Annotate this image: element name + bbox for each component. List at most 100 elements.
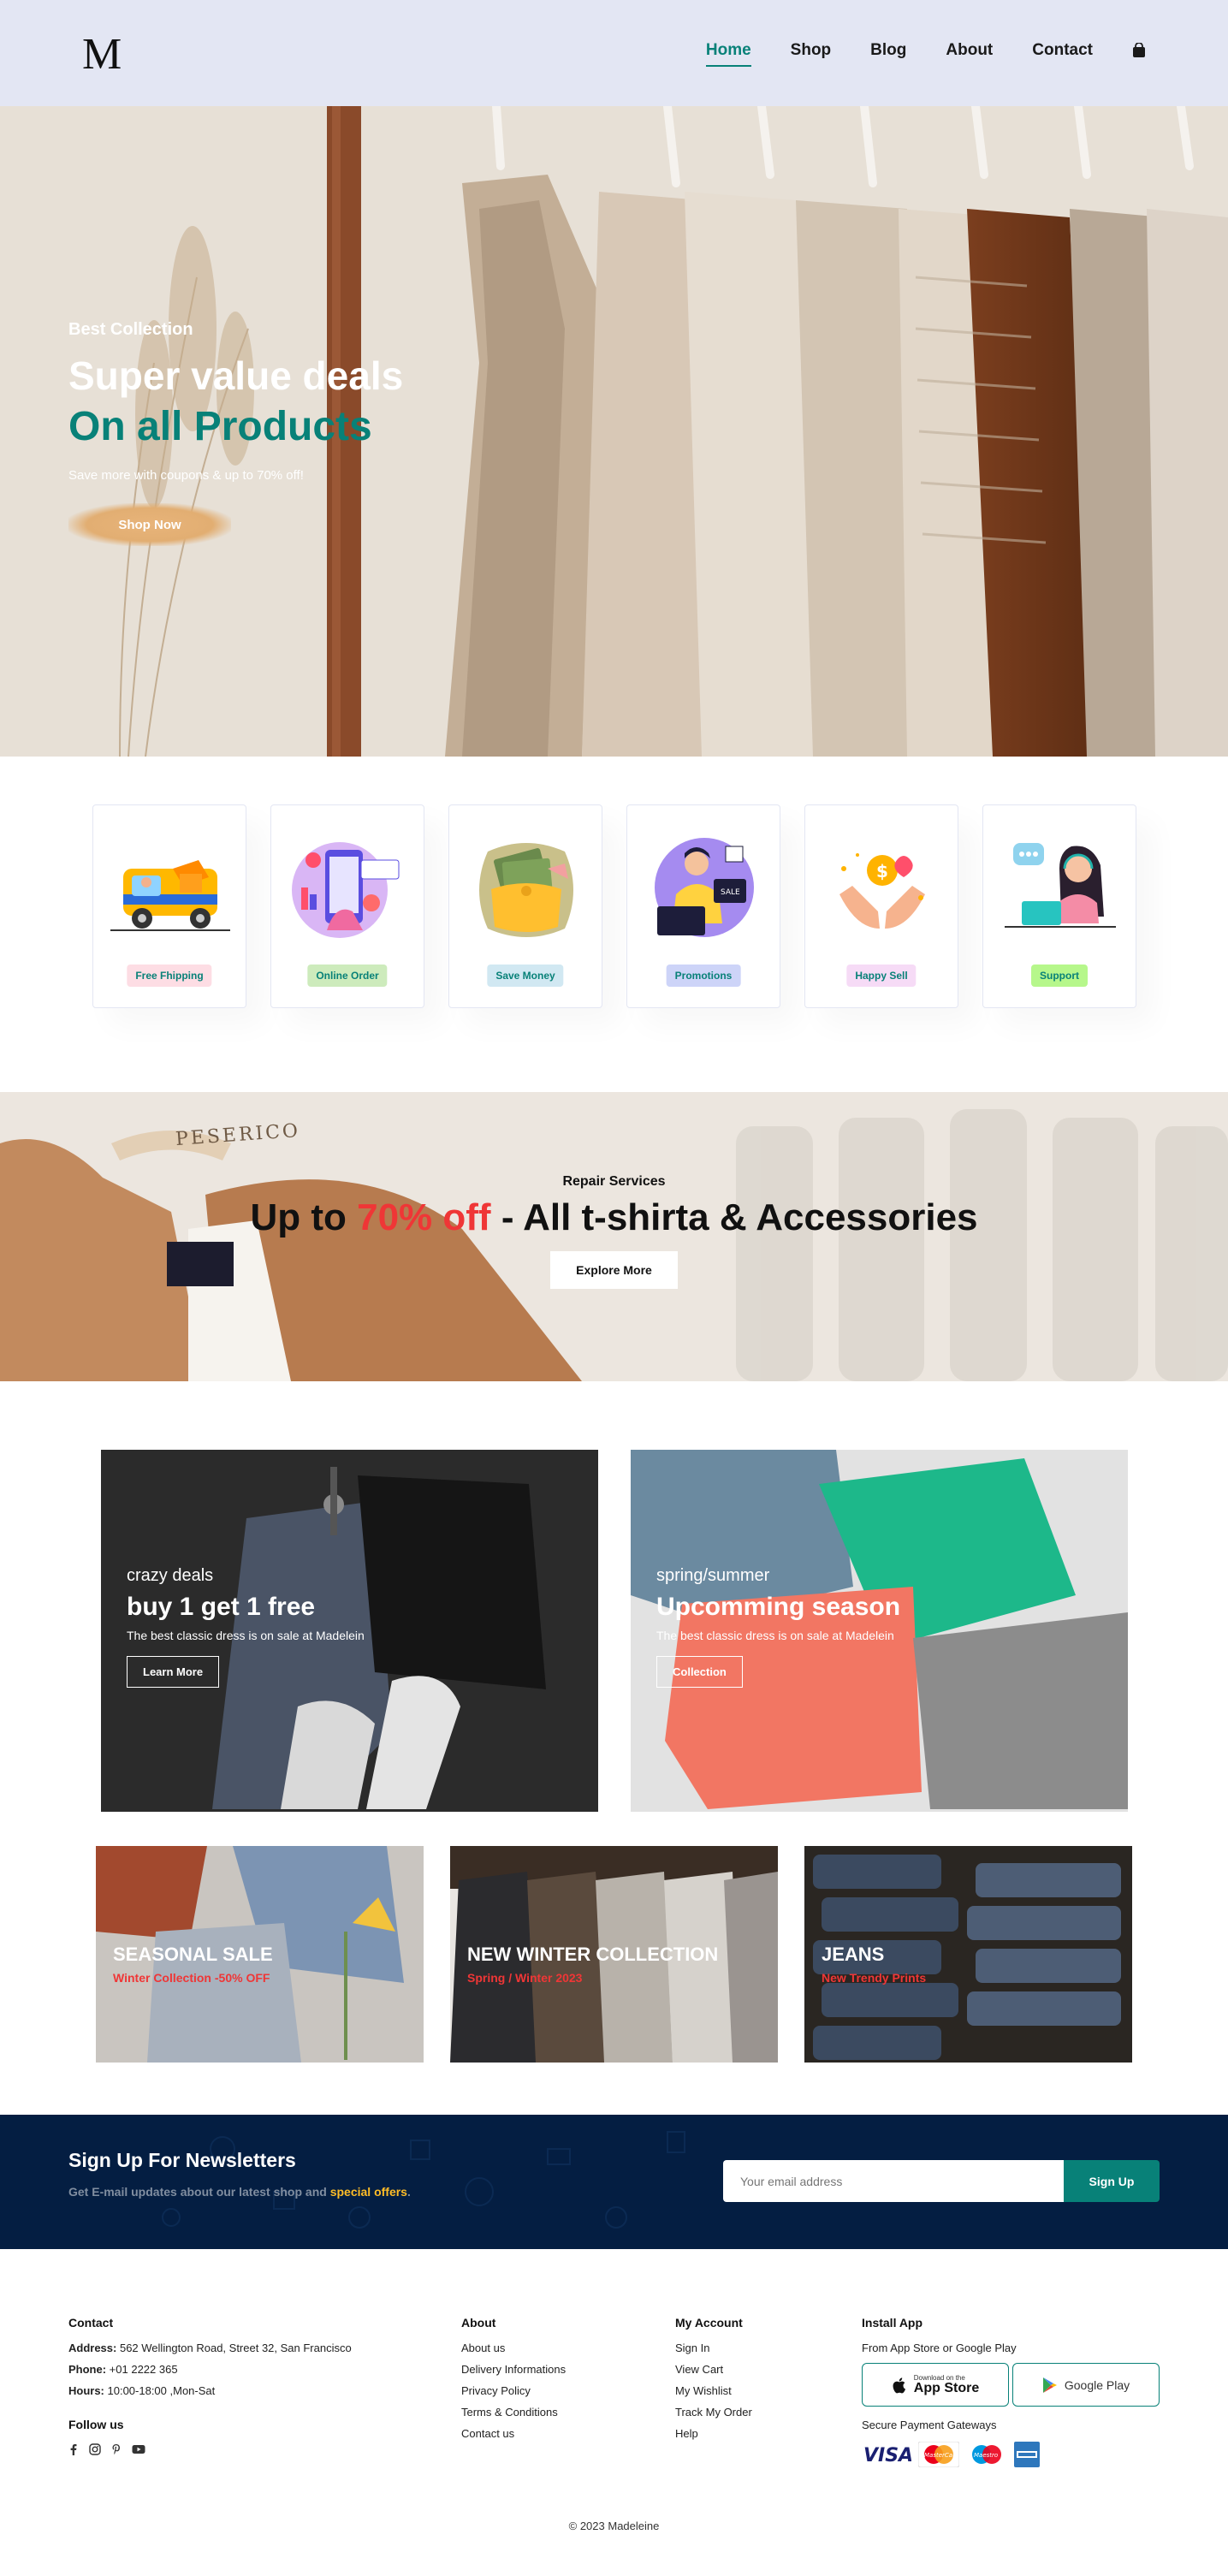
- footer-link-delivery[interactable]: Delivery Informations: [461, 2363, 566, 2376]
- visa-logo-text: VISA: [863, 2445, 911, 2465]
- copyright: © 2023 Madeleine: [568, 2520, 660, 2532]
- install-app-heading: Install App: [862, 2316, 923, 2330]
- footer-link-terms[interactable]: Terms & Conditions: [461, 2406, 566, 2419]
- season-title: Upcomming season: [656, 1593, 901, 1621]
- nav-shop[interactable]: Shop: [791, 41, 832, 60]
- google-play-button[interactable]: Google Play: [1012, 2363, 1160, 2407]
- banner-content: Repair Services Up to 70% off - All t-sh…: [0, 1174, 1228, 1289]
- jeans-banner: JEANS New Trendy Prints: [804, 1846, 1132, 2063]
- explore-more-button[interactable]: Explore More: [550, 1251, 678, 1289]
- svg-text:SALE: SALE: [721, 888, 740, 897]
- nav-contact[interactable]: Contact: [1032, 41, 1093, 60]
- hero-kicker: Best Collection: [68, 320, 193, 339]
- deal-kicker: crazy deals: [127, 1566, 214, 1585]
- footer-contact-heading: Contact: [68, 2316, 114, 2330]
- features-section: Free Fhipping Online Order Save Money SA…: [92, 804, 1136, 1008]
- email-input[interactable]: [723, 2160, 1064, 2202]
- feature-support: Support: [982, 804, 1136, 1008]
- footer-link-about-us[interactable]: About us: [461, 2342, 566, 2354]
- footer-link-wishlist[interactable]: My Wishlist: [675, 2384, 752, 2397]
- feature-label: Online Order: [307, 965, 388, 987]
- footer-link-view-cart[interactable]: View Cart: [675, 2363, 752, 2376]
- nav-home[interactable]: Home: [705, 41, 751, 67]
- youtube-icon[interactable]: [132, 2443, 145, 2460]
- instagram-icon[interactable]: [89, 2443, 101, 2460]
- sign-up-button[interactable]: Sign Up: [1064, 2160, 1160, 2202]
- feature-online-order: Online Order: [270, 804, 424, 1008]
- jeans-sub: New Trendy Prints: [822, 1971, 927, 1985]
- site-footer: Contact Address: 562 Wellington Road, St…: [0, 2249, 1228, 2576]
- happy-sell-hands-icon: $: [839, 853, 925, 929]
- hero-section: Best Collection Super value deals On all…: [0, 106, 1228, 757]
- seasonal-sale-text: SEASONAL SALE Winter Collection -50% OFF: [113, 1944, 273, 1985]
- newsletter-form: Sign Up: [723, 2160, 1160, 2202]
- footer-address: Address: 562 Wellington Road, Street 32,…: [68, 2342, 352, 2354]
- footer-link-track-order[interactable]: Track My Order: [675, 2406, 752, 2419]
- amex-logo: [1014, 2442, 1040, 2472]
- feature-free-shipping: Free Fhipping: [92, 804, 246, 1008]
- follow-us-heading: Follow us: [68, 2418, 124, 2431]
- seasonal-sale-sub: Winter Collection -50% OFF: [113, 1971, 270, 1985]
- hero-text: Best Collection Super value deals On all…: [68, 320, 403, 547]
- phone-value: +01 2222 365: [106, 2363, 178, 2376]
- nav-about[interactable]: About: [946, 41, 993, 60]
- feature-label: Happy Sell: [846, 965, 917, 987]
- footer-hours: Hours: 10:00-18:00 ,Mon-Sat: [68, 2384, 352, 2397]
- newsletter-desc: Get E-mail updates about our latest shop…: [68, 2185, 411, 2199]
- footer-install-app: Install App From App Store or Google Pla…: [862, 2316, 1160, 2472]
- footer-account-heading: My Account: [675, 2316, 743, 2330]
- collection-button[interactable]: Collection: [656, 1656, 743, 1688]
- mastercard-logo: MasterCard: [917, 2441, 960, 2472]
- google-play-icon: [1042, 2377, 1057, 2393]
- app-store-buttons: Download on the App Store Google Play: [862, 2363, 1160, 2407]
- maestro-logo-text: Maestro: [974, 2452, 998, 2459]
- nav-blog[interactable]: Blog: [870, 41, 906, 60]
- svg-text:$: $: [876, 861, 888, 881]
- winter-collection-text: NEW WINTER COLLECTION Spring / Winter 20…: [467, 1944, 718, 1985]
- footer-link-privacy[interactable]: Privacy Policy: [461, 2384, 566, 2397]
- footer-about-heading: About: [461, 2316, 496, 2330]
- winter-collection-title: NEW WINTER COLLECTION: [467, 1944, 719, 1965]
- newsletter-section: Sign Up For Newsletters Get E-mail updat…: [0, 2115, 1228, 2249]
- newsletter-desc-text: Get E-mail updates about our latest shop…: [68, 2185, 330, 2199]
- footer-about: About About us Delivery Informations Pri…: [461, 2316, 566, 2448]
- newsletter-desc-end: .: [406, 2185, 411, 2199]
- feature-label: Save Money: [487, 965, 564, 987]
- payment-gateways-label: Secure Payment Gateways: [862, 2419, 997, 2431]
- customer-support-icon: [1005, 843, 1116, 928]
- shop-now-button[interactable]: Shop Now: [68, 503, 231, 547]
- brand-logo[interactable]: M: [82, 29, 122, 80]
- banner-title-highlight: 70% off: [357, 1196, 491, 1238]
- hours-value: 10:00-18:00 ,Mon-Sat: [104, 2384, 216, 2397]
- promo-banner: PESERICO Repair Services Up to 70% off -…: [0, 1092, 1228, 1381]
- deal-banner-season: spring/summer Upcomming season The best …: [631, 1450, 1128, 1812]
- footer-phone: Phone: +01 2222 365: [68, 2363, 352, 2376]
- winter-collection-sub: Spring / Winter 2023: [467, 1971, 583, 1985]
- deal-banner-bogo: crazy deals buy 1 get 1 free The best cl…: [101, 1450, 598, 1812]
- main-nav: Home Shop Blog About Contact: [705, 41, 1146, 67]
- feature-label: Free Fhipping: [127, 965, 212, 987]
- pinterest-icon[interactable]: [111, 2443, 122, 2460]
- winter-collection-banner: NEW WINTER COLLECTION Spring / Winter 20…: [450, 1846, 778, 2063]
- delivery-truck-icon: [110, 860, 230, 931]
- seasonal-sale-banner: SEASONAL SALE Winter Collection -50% OFF: [96, 1846, 424, 2063]
- banner-title-pre: Up to: [250, 1196, 358, 1238]
- shopping-bag-icon[interactable]: [1132, 42, 1146, 58]
- footer-link-help[interactable]: Help: [675, 2427, 752, 2440]
- footer-link-sign-in[interactable]: Sign In: [675, 2342, 752, 2354]
- deal-title: buy 1 get 1 free: [127, 1593, 316, 1621]
- payment-logos: VISA MasterCard Maestro: [862, 2441, 1160, 2472]
- phone-label: Phone:: [68, 2363, 107, 2376]
- footer-link-contact[interactable]: Contact us: [461, 2427, 566, 2440]
- site-header: M Home Shop Blog About Contact: [0, 0, 1228, 106]
- learn-more-button[interactable]: Learn More: [127, 1656, 220, 1688]
- footer-account: My Account Sign In View Cart My Wishlist…: [675, 2316, 752, 2448]
- banner-title: Up to 70% off - All t-shirta & Accessori…: [0, 1196, 1228, 1239]
- facebook-icon[interactable]: [68, 2443, 79, 2460]
- season-desc: The best classic dress is on sale at Mad…: [656, 1629, 894, 1642]
- wallet-money-icon: [479, 843, 573, 937]
- hero-title-accent: On all Products: [68, 403, 372, 449]
- jeans-text: JEANS New Trendy Prints: [822, 1944, 926, 1985]
- online-order-icon: [292, 842, 400, 938]
- app-store-button[interactable]: Download on the App Store: [862, 2363, 1009, 2407]
